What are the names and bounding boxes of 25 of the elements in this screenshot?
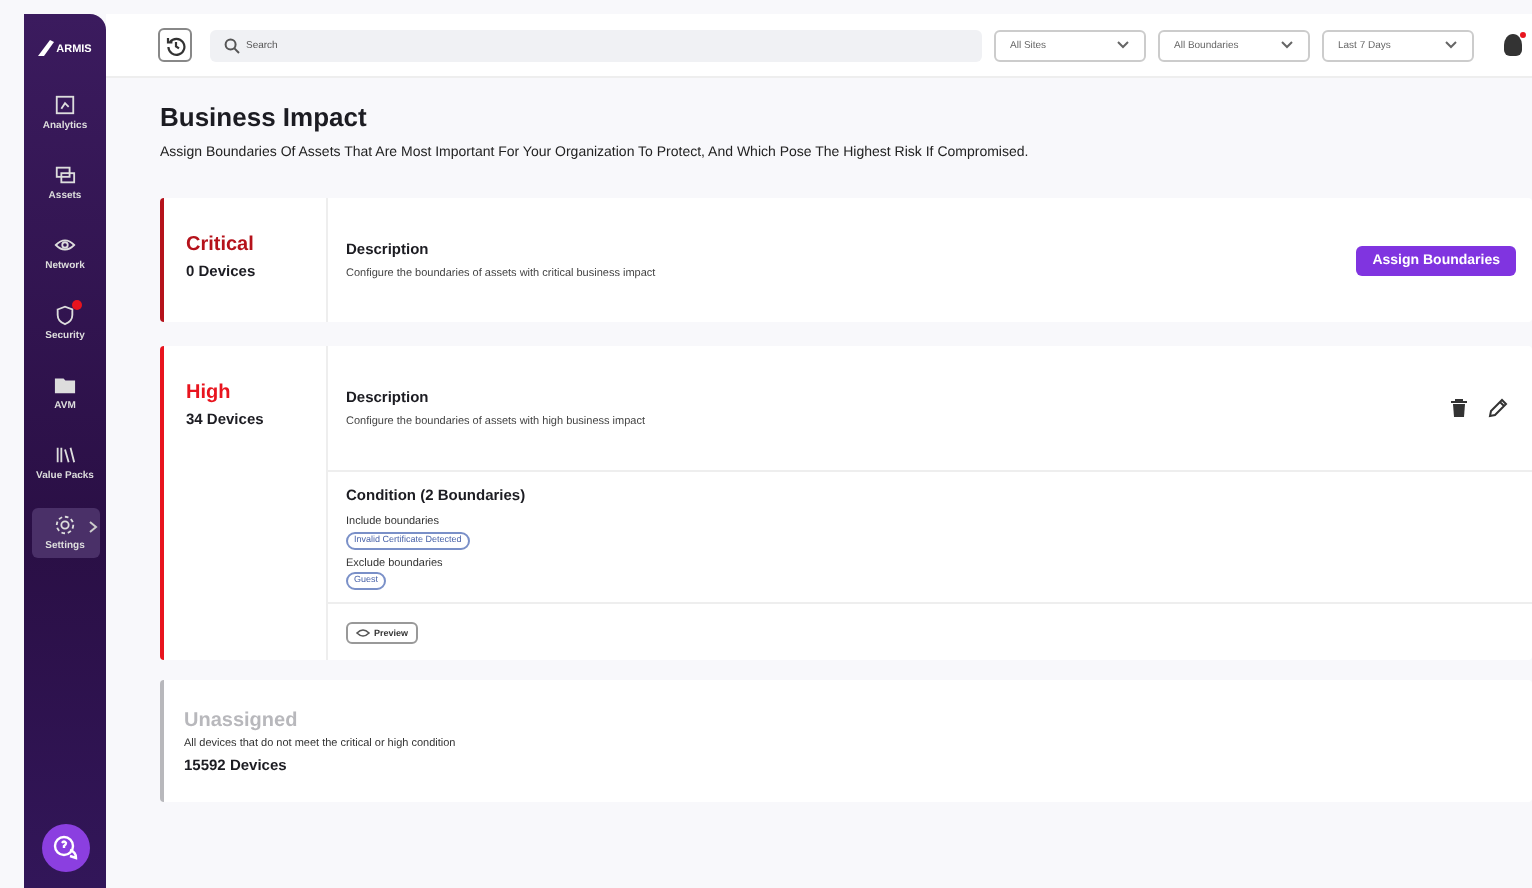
folder-icon: [54, 374, 76, 396]
history-icon: [165, 35, 185, 55]
chevron-down-icon: [1116, 40, 1130, 50]
chevron-down-icon: [1280, 40, 1294, 50]
help-button[interactable]: [41, 824, 89, 872]
history-button[interactable]: [158, 28, 192, 62]
chart-icon: [54, 94, 76, 116]
impact-level: Unassigned: [184, 710, 300, 733]
impact-level: Critical: [186, 234, 256, 256]
chevron-down-icon: [1444, 40, 1458, 50]
page-title: Business Impact: [160, 102, 369, 132]
trash-icon[interactable]: [1450, 398, 1468, 418]
search-icon: [224, 37, 240, 53]
gear-icon: [54, 514, 76, 536]
impact-level: High: [186, 382, 233, 404]
chat-help-icon: [51, 834, 79, 862]
shield-icon: [54, 304, 76, 326]
logo-icon: [38, 40, 55, 56]
eye-icon: [54, 234, 76, 256]
books-icon: [54, 444, 76, 466]
eye-icon: [356, 627, 370, 638]
chevron-right-icon: [87, 520, 97, 534]
avatar[interactable]: [1504, 34, 1522, 56]
pencil-icon[interactable]: [1488, 398, 1508, 418]
screens-icon: [54, 164, 76, 186]
